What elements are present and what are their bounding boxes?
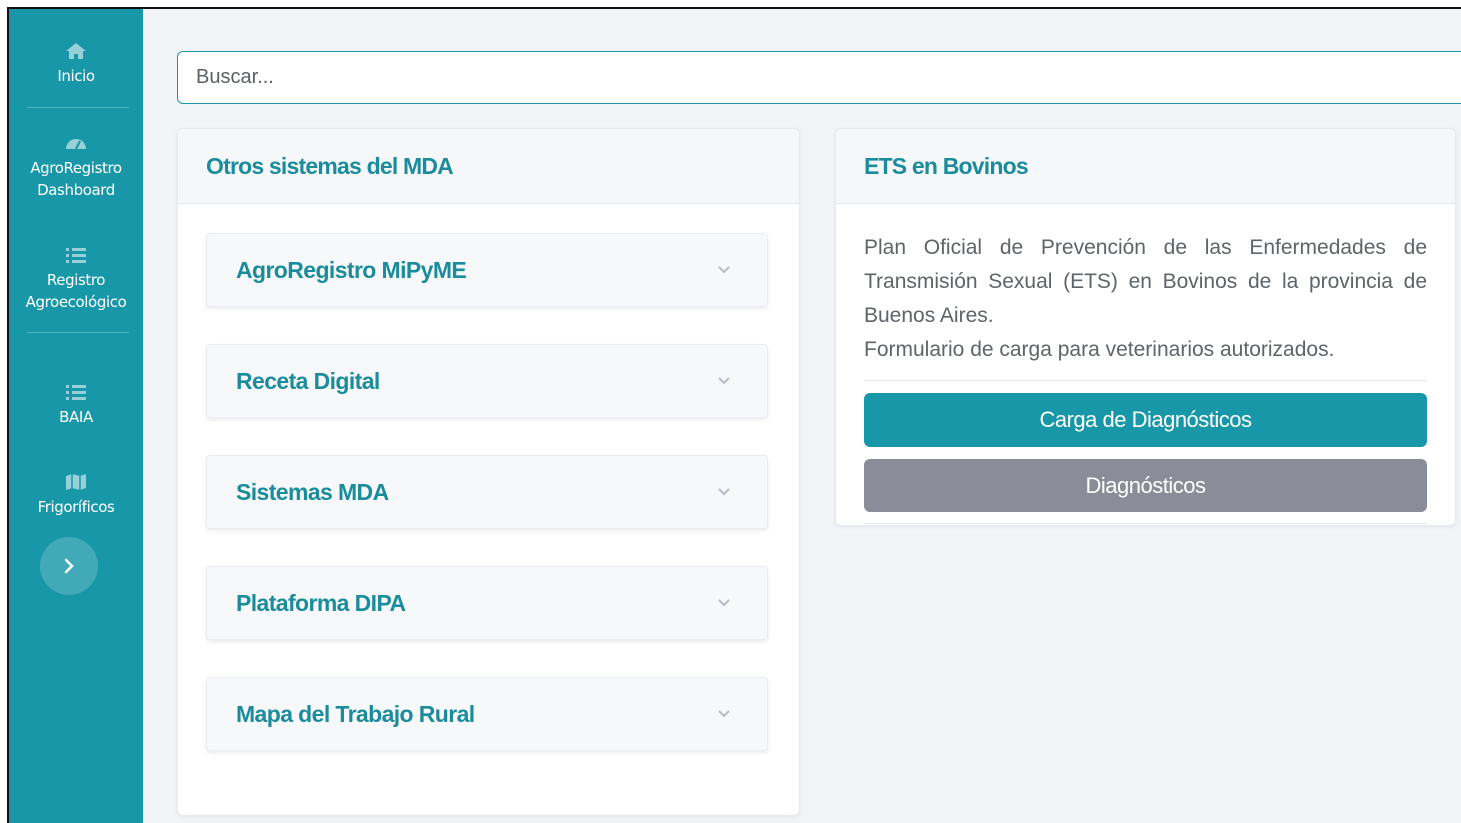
card-description: Plan Oficial de Prevención de las Enferm… (864, 231, 1427, 367)
sidebar-divider (27, 107, 129, 108)
other-systems-card: Otros sistemas del MDA AgroRegistro MiPy… (177, 128, 800, 816)
card-title: ETS en Bovinos (864, 152, 1029, 179)
sidebar-item-baia[interactable]: BAIA (9, 382, 143, 428)
sidebar-item-inicio[interactable]: Inicio (9, 41, 143, 87)
sidebar-item-label: Registro Agroecológico (25, 271, 127, 311)
home-icon (66, 43, 86, 59)
search-input[interactable] (177, 51, 1461, 104)
chevron-down-icon (718, 599, 730, 607)
sidebar-item-agroregistro-dashboard[interactable]: AgroRegistro Dashboard (9, 133, 143, 201)
carga-diagnosticos-button[interactable]: Carga de Diagnósticos (864, 393, 1427, 447)
description-text: Formulario de carga para veterinarios au… (864, 338, 1335, 361)
accordion-label: Mapa del Trabajo Rural (236, 700, 475, 727)
accordion-label: Receta Digital (236, 367, 380, 394)
map-icon (66, 474, 86, 490)
sidebar-item-frigorificos[interactable]: Frigoríficos (9, 472, 143, 518)
diagnosticos-button[interactable]: Diagnósticos (864, 459, 1427, 512)
divider (864, 523, 1427, 524)
accordion-item-agroregistro-mipyme[interactable]: AgroRegistro MiPyME (206, 233, 768, 307)
card-title: Otros sistemas del MDA (206, 152, 454, 179)
accordion-label: Plataforma DIPA (236, 589, 406, 616)
accordion-item-receta-digital[interactable]: Receta Digital (206, 344, 768, 418)
card-header: Otros sistemas del MDA (178, 129, 799, 204)
chevron-down-icon (718, 266, 730, 274)
sidebar-item-label: Frigoríficos (37, 498, 115, 516)
sidebar: Inicio AgroRegistro Dashboard Registro A… (9, 9, 143, 823)
list-icon (66, 385, 86, 400)
accordion-item-mapa-trabajo-rural[interactable]: Mapa del Trabajo Rural (206, 677, 768, 751)
sidebar-divider (27, 332, 129, 333)
divider (864, 380, 1427, 381)
sidebar-item-label: BAIA (59, 408, 93, 426)
chevron-down-icon (718, 488, 730, 496)
list-icon (66, 248, 86, 263)
dashboard-icon (66, 139, 86, 150)
chevron-down-icon (718, 377, 730, 385)
sidebar-item-label: AgroRegistro Dashboard (30, 159, 122, 199)
chevron-right-icon (64, 558, 74, 574)
accordion-item-plataforma-dipa[interactable]: Plataforma DIPA (206, 566, 768, 640)
accordion-label: Sistemas MDA (236, 478, 389, 505)
ets-bovinos-card: ETS en Bovinos Plan Oficial de Prevenció… (835, 128, 1456, 526)
accordion-item-sistemas-mda[interactable]: Sistemas MDA (206, 455, 768, 529)
sidebar-toggle-button[interactable] (40, 537, 98, 595)
chevron-down-icon (718, 710, 730, 718)
description-text: Plan Oficial de Prevención de las Enferm… (864, 236, 1427, 327)
sidebar-item-registro-agroecologico[interactable]: Registro Agroecológico (9, 245, 143, 313)
card-header: ETS en Bovinos (836, 129, 1455, 204)
accordion-label: AgroRegistro MiPyME (236, 256, 467, 283)
sidebar-item-label: Inicio (57, 67, 95, 85)
